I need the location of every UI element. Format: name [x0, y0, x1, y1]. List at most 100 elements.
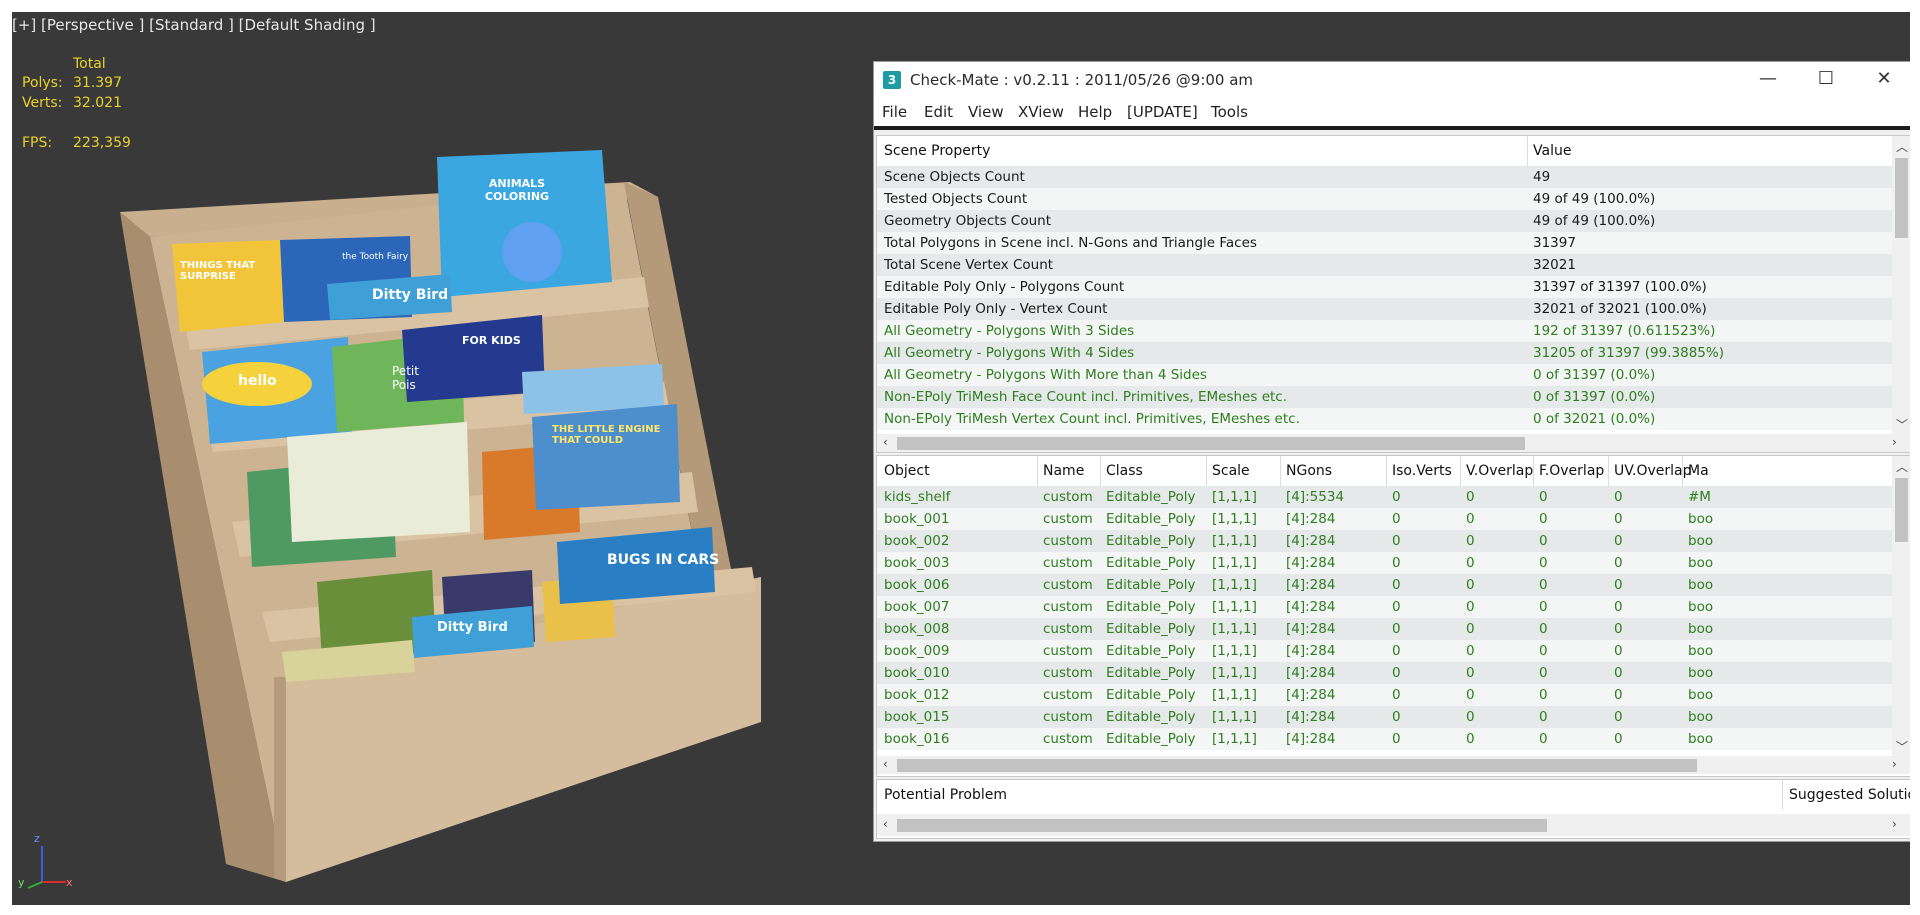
- scroll-right-icon[interactable]: ›: [1892, 435, 1897, 449]
- class-cell: Editable_Poly: [1106, 687, 1196, 703]
- header-uv-overlap[interactable]: UV.Overlap: [1614, 463, 1692, 479]
- uv-overlap-cell: 0: [1614, 687, 1623, 703]
- object-row[interactable]: book_002 custom Editable_Poly [1,1,1] [4]:28…: [877, 530, 1892, 552]
- header-scale[interactable]: Scale: [1212, 463, 1250, 479]
- object-row[interactable]: book_003 custom Editable_Poly [1,1,1] [4]:28…: [877, 552, 1892, 574]
- scene-property-row[interactable]: Tested Objects Count 49 of 49 (100.0%): [877, 188, 1892, 210]
- scene-property-row[interactable]: All Geometry - Polygons With 4 Sides 3120…: [877, 342, 1892, 364]
- scroll-down-icon[interactable]: ﹀: [1896, 416, 1908, 433]
- scene-property-row[interactable]: Editable Poly Only - Vertex Count 32021 o…: [877, 298, 1892, 320]
- iso-verts-cell: 0: [1392, 687, 1401, 703]
- scene-hscroll-thumb[interactable]: [897, 437, 1525, 450]
- header-v-overlap[interactable]: V.Overlap: [1466, 463, 1533, 479]
- ngons-cell: [4]:5534: [1286, 489, 1345, 505]
- scroll-up-icon[interactable]: ︿: [1896, 138, 1908, 155]
- uv-overlap-cell: 0: [1614, 511, 1623, 527]
- ngons-cell: [4]:284: [1286, 599, 1336, 615]
- header-iso-verts[interactable]: Iso.Verts: [1392, 463, 1452, 479]
- scene-vertical-scrollbar[interactable]: ︿ ﹀: [1892, 136, 1910, 434]
- object-row[interactable]: kids_shelf custom Editable_Poly [1,1,1] [4]:…: [877, 486, 1892, 508]
- menu-help[interactable]: Help: [1078, 103, 1112, 121]
- name-cell: custom: [1043, 687, 1093, 703]
- header-f-overlap[interactable]: F.Overlap: [1539, 463, 1604, 479]
- menu-xview[interactable]: XView: [1018, 103, 1064, 121]
- scene-vscroll-thumb[interactable]: [1895, 158, 1908, 238]
- scene-property-row[interactable]: All Geometry - Polygons With More than 4…: [877, 364, 1892, 386]
- v-overlap-cell: 0: [1466, 621, 1475, 637]
- window-titlebar[interactable]: 3 Check-Mate : v0.2.11 : 2011/05/26 @9:0…: [874, 62, 1910, 98]
- close-button[interactable]: ✕: [1855, 62, 1910, 98]
- menu-edit[interactable]: Edit: [924, 103, 953, 121]
- scroll-down-icon[interactable]: ﹀: [1896, 738, 1908, 755]
- v-overlap-cell: 0: [1466, 489, 1475, 505]
- ngons-cell: [4]:284: [1286, 709, 1336, 725]
- menu-bar: File Edit View XView Help [UPDATE] Tools: [874, 98, 1910, 130]
- 3d-viewport[interactable]: [+] [Perspective ] [Standard ] [Default …: [12, 12, 1910, 905]
- scene-property-value: 49 of 49 (100.0%): [1533, 213, 1656, 229]
- scroll-right-icon[interactable]: ›: [1892, 757, 1897, 771]
- objects-vertical-scrollbar[interactable]: ︿ ﹀: [1892, 456, 1910, 756]
- name-cell: custom: [1043, 555, 1093, 571]
- scene-property-row[interactable]: Editable Poly Only - Polygons Count 31397…: [877, 276, 1892, 298]
- scene-property-name: Editable Poly Only - Vertex Count: [884, 301, 1108, 317]
- iso-verts-cell: 0: [1392, 643, 1401, 659]
- object-row[interactable]: book_009 custom Editable_Poly [1,1,1] [4]:28…: [877, 640, 1892, 662]
- object-row[interactable]: book_016 custom Editable_Poly [1,1,1] [4]:28…: [877, 728, 1892, 750]
- scene-property-row[interactable]: Non-EPoly TriMesh Vertex Count incl. Pri…: [877, 408, 1892, 430]
- uv-overlap-cell: 0: [1614, 709, 1623, 725]
- class-cell: Editable_Poly: [1106, 643, 1196, 659]
- maximize-button[interactable]: ☐: [1797, 62, 1855, 98]
- header-ngons[interactable]: NGons: [1286, 463, 1332, 479]
- scene-property-row[interactable]: All Geometry - Polygons With 3 Sides 192 …: [877, 320, 1892, 342]
- scroll-left-icon[interactable]: ‹: [883, 435, 888, 449]
- f-overlap-cell: 0: [1539, 687, 1548, 703]
- scroll-left-icon[interactable]: ‹: [883, 757, 888, 771]
- menu-tools[interactable]: Tools: [1211, 103, 1248, 121]
- header-object[interactable]: Object: [884, 463, 930, 479]
- objects-hscroll-thumb[interactable]: [897, 759, 1697, 772]
- scene-horizontal-scrollbar[interactable]: ‹ ›: [877, 434, 1910, 452]
- scroll-right-icon[interactable]: ›: [1892, 817, 1897, 831]
- scale-cell: [1,1,1]: [1212, 533, 1257, 549]
- header-class[interactable]: Class: [1106, 463, 1143, 479]
- f-overlap-cell: 0: [1539, 511, 1548, 527]
- axis-y-label: y: [18, 876, 25, 889]
- menu-file[interactable]: File: [882, 103, 907, 121]
- scene-property-row[interactable]: Scene Objects Count 49: [877, 166, 1892, 188]
- problems-hscroll-thumb[interactable]: [897, 819, 1547, 832]
- header-potential-problem[interactable]: Potential Problem: [884, 787, 1007, 803]
- header-name[interactable]: Name: [1043, 463, 1084, 479]
- header-material[interactable]: Ma: [1688, 463, 1709, 479]
- scene-property-row[interactable]: Total Scene Vertex Count 32021: [877, 254, 1892, 276]
- problems-horizontal-scrollbar[interactable]: ‹ ›: [877, 814, 1910, 836]
- scroll-left-icon[interactable]: ‹: [883, 817, 888, 831]
- header-suggested-solution[interactable]: Suggested Solution: [1789, 787, 1910, 803]
- objects-horizontal-scrollbar[interactable]: ‹ ›: [877, 756, 1910, 774]
- object-row[interactable]: book_012 custom Editable_Poly [1,1,1] [4]:28…: [877, 684, 1892, 706]
- header-scene-property[interactable]: Scene Property: [884, 143, 990, 159]
- material-cell: boo: [1688, 577, 1714, 593]
- scene-property-row[interactable]: Total Polygons in Scene incl. N-Gons and…: [877, 232, 1892, 254]
- objects-table: Object Name Class Scale NGons Iso.Verts …: [876, 455, 1910, 777]
- f-overlap-cell: 0: [1539, 489, 1548, 505]
- scene-property-name: Non-EPoly TriMesh Vertex Count incl. Pri…: [884, 411, 1300, 427]
- scene-property-row[interactable]: Geometry Objects Count 49 of 49 (100.0%): [877, 210, 1892, 232]
- object-row[interactable]: book_008 custom Editable_Poly [1,1,1] [4]:28…: [877, 618, 1892, 640]
- object-row[interactable]: book_006 custom Editable_Poly [1,1,1] [4]:28…: [877, 574, 1892, 596]
- scroll-up-icon[interactable]: ︿: [1896, 458, 1908, 475]
- object-row[interactable]: book_001 custom Editable_Poly [1,1,1] [4]:28…: [877, 508, 1892, 530]
- menu-update[interactable]: [UPDATE]: [1127, 103, 1198, 121]
- object-cell: book_003: [884, 555, 950, 571]
- objects-vscroll-thumb[interactable]: [1895, 478, 1908, 542]
- iso-verts-cell: 0: [1392, 555, 1401, 571]
- object-row[interactable]: book_015 custom Editable_Poly [1,1,1] [4]:28…: [877, 706, 1892, 728]
- minimize-button[interactable]: —: [1739, 62, 1797, 98]
- object-row[interactable]: book_007 custom Editable_Poly [1,1,1] [4]:28…: [877, 596, 1892, 618]
- book-tooth-title: the Tooth Fairy: [342, 252, 409, 262]
- object-cell: book_007: [884, 599, 950, 615]
- name-cell: custom: [1043, 511, 1093, 527]
- header-value[interactable]: Value: [1533, 143, 1571, 159]
- object-row[interactable]: book_010 custom Editable_Poly [1,1,1] [4]:28…: [877, 662, 1892, 684]
- scene-property-row[interactable]: Non-EPoly TriMesh Face Count incl. Primi…: [877, 386, 1892, 408]
- menu-view[interactable]: View: [968, 103, 1004, 121]
